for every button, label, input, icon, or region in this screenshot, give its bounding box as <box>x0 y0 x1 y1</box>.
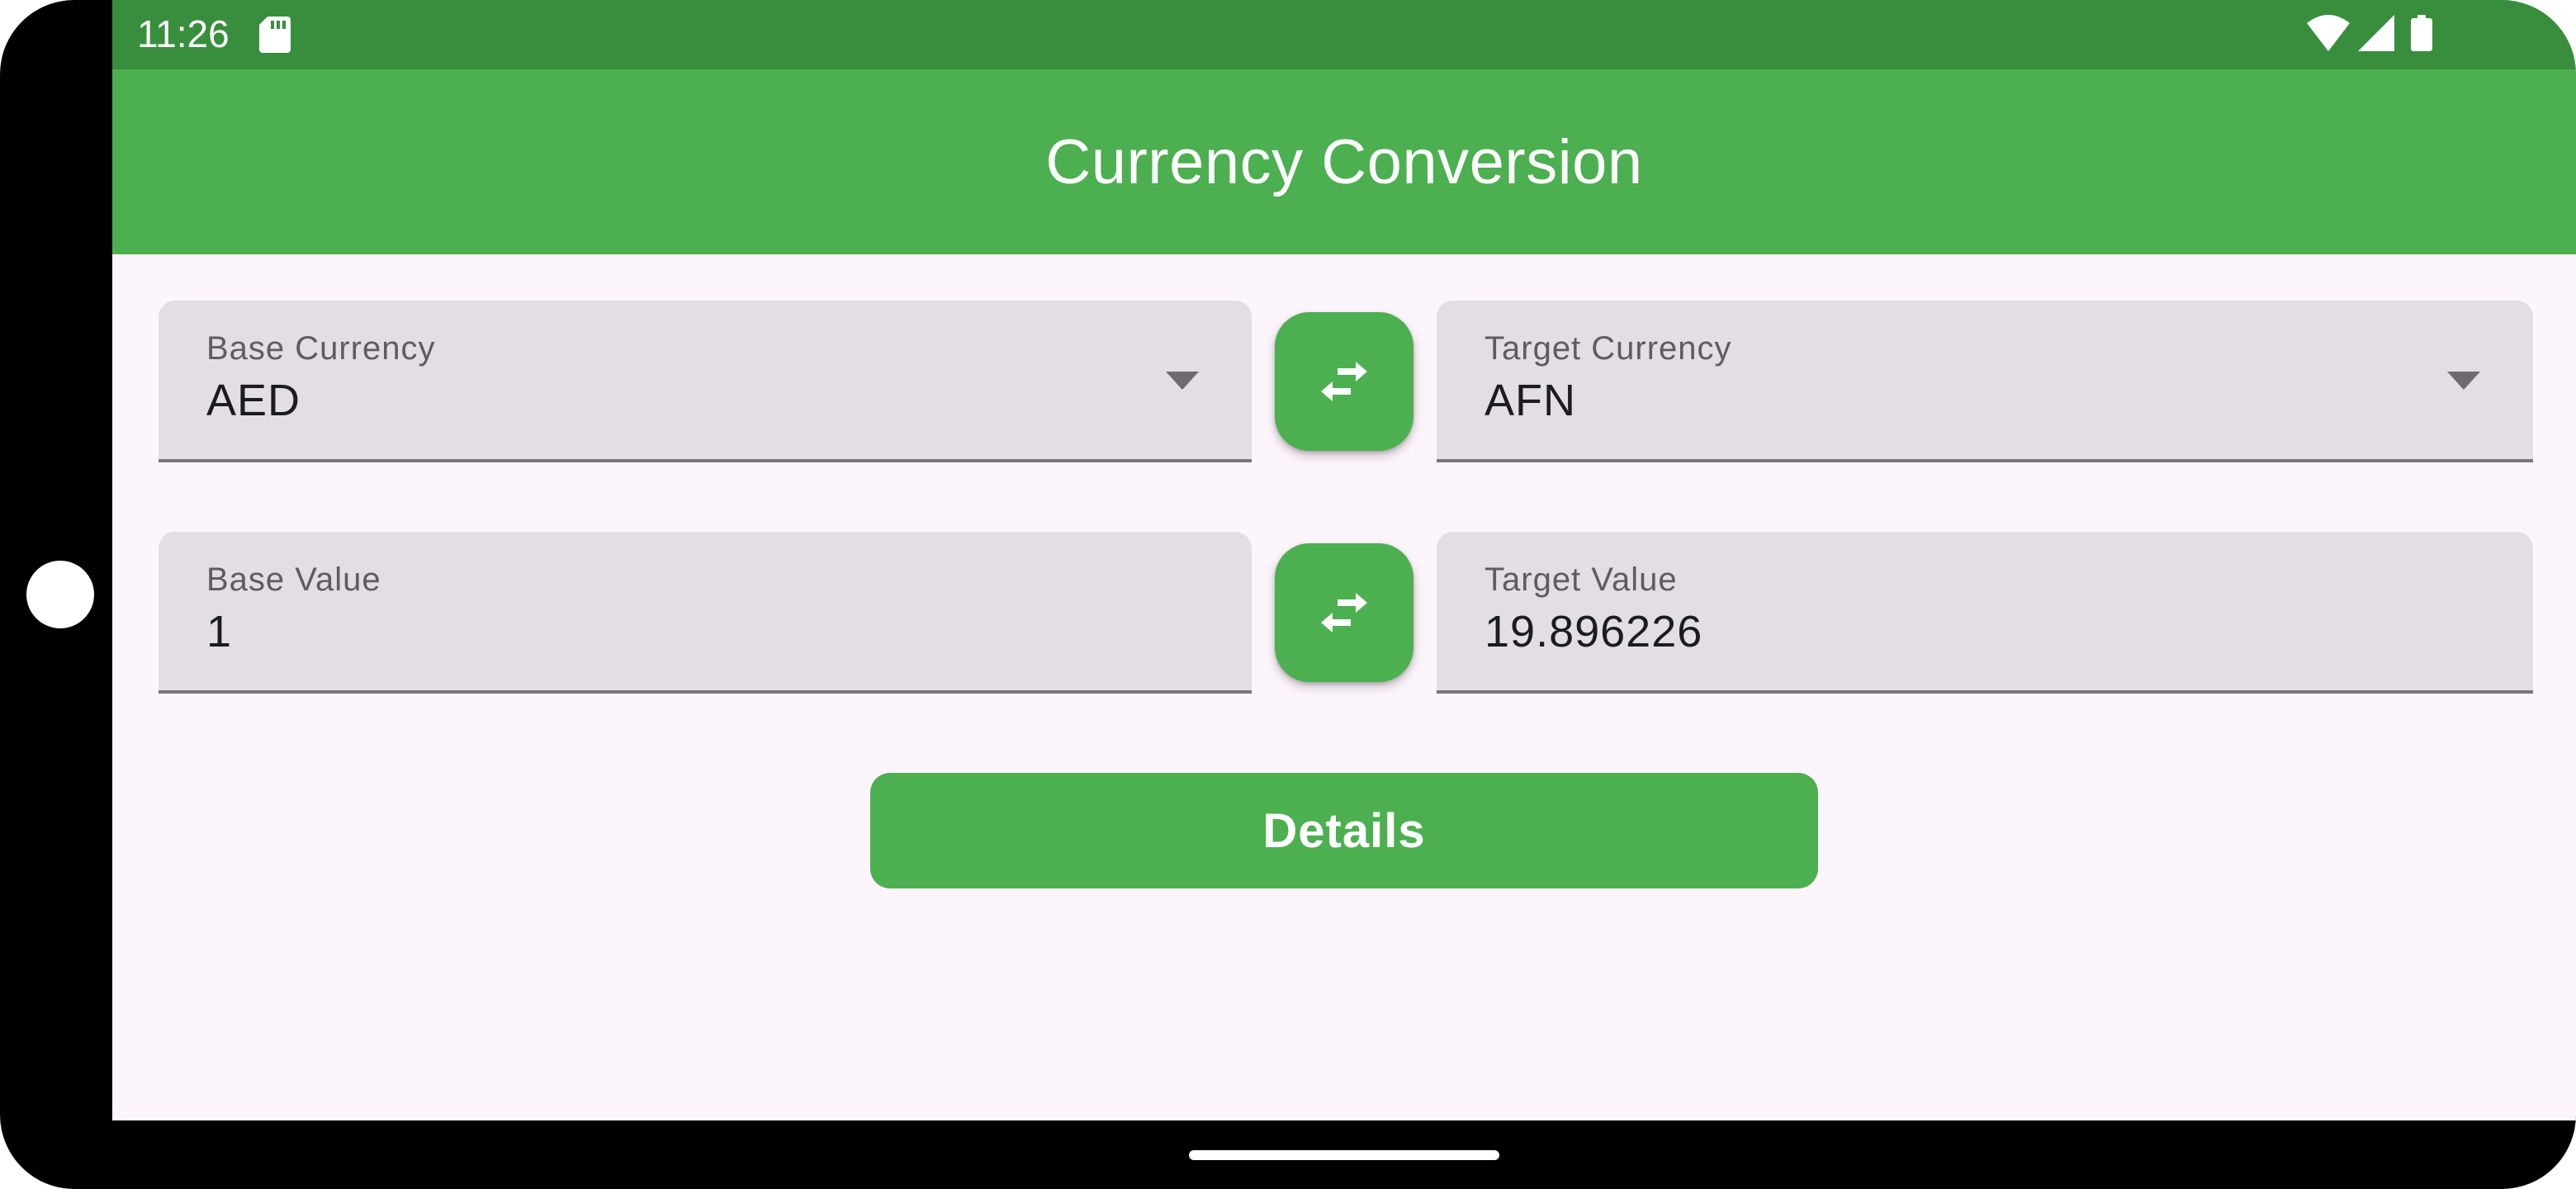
cellular-signal-icon <box>2358 15 2394 51</box>
app-bar: Currency Conversion <box>112 69 2576 254</box>
page-title: Currency Conversion <box>1045 126 1643 197</box>
base-value-label: Base Value <box>206 561 381 598</box>
swap-values-button[interactable] <box>1275 543 1413 682</box>
home-indicator[interactable] <box>1189 1150 1499 1160</box>
target-currency-value: AFN <box>1485 376 1576 425</box>
battery-icon <box>2411 15 2432 51</box>
target-value-input[interactable]: 19.896226 <box>1485 606 1702 657</box>
base-currency-dropdown[interactable]: Base Currency AED <box>159 301 1252 462</box>
target-currency-label: Target Currency <box>1485 330 1732 367</box>
target-currency-dropdown[interactable]: Target Currency AFN <box>1437 301 2533 462</box>
target-value-field[interactable]: Target Value 19.896226 <box>1437 532 2533 694</box>
base-value-input[interactable]: 1 <box>206 606 232 657</box>
target-value-label: Target Value <box>1485 561 1678 598</box>
details-button-label: Details <box>1262 803 1426 858</box>
dropdown-arrow-icon <box>1166 372 1199 390</box>
status-time: 11:26 <box>137 12 230 55</box>
swap-arrows-icon <box>1321 362 1367 401</box>
swap-currency-button[interactable] <box>1275 312 1413 451</box>
dropdown-arrow-icon <box>2447 372 2480 390</box>
swap-arrows-icon <box>1321 593 1367 632</box>
app-screen: 11:26 Currency Conversion Base Currency … <box>112 0 2576 1120</box>
front-camera <box>26 561 94 628</box>
status-bar: 11:26 <box>112 0 2576 69</box>
wifi-icon <box>2307 15 2350 51</box>
details-button[interactable]: Details <box>870 773 1818 888</box>
base-currency-label: Base Currency <box>206 330 436 367</box>
base-currency-value: AED <box>206 376 301 425</box>
base-value-field[interactable]: Base Value 1 <box>159 532 1252 694</box>
device-frame: 11:26 Currency Conversion Base Currency … <box>0 0 2576 1189</box>
sd-card-icon <box>259 17 291 53</box>
